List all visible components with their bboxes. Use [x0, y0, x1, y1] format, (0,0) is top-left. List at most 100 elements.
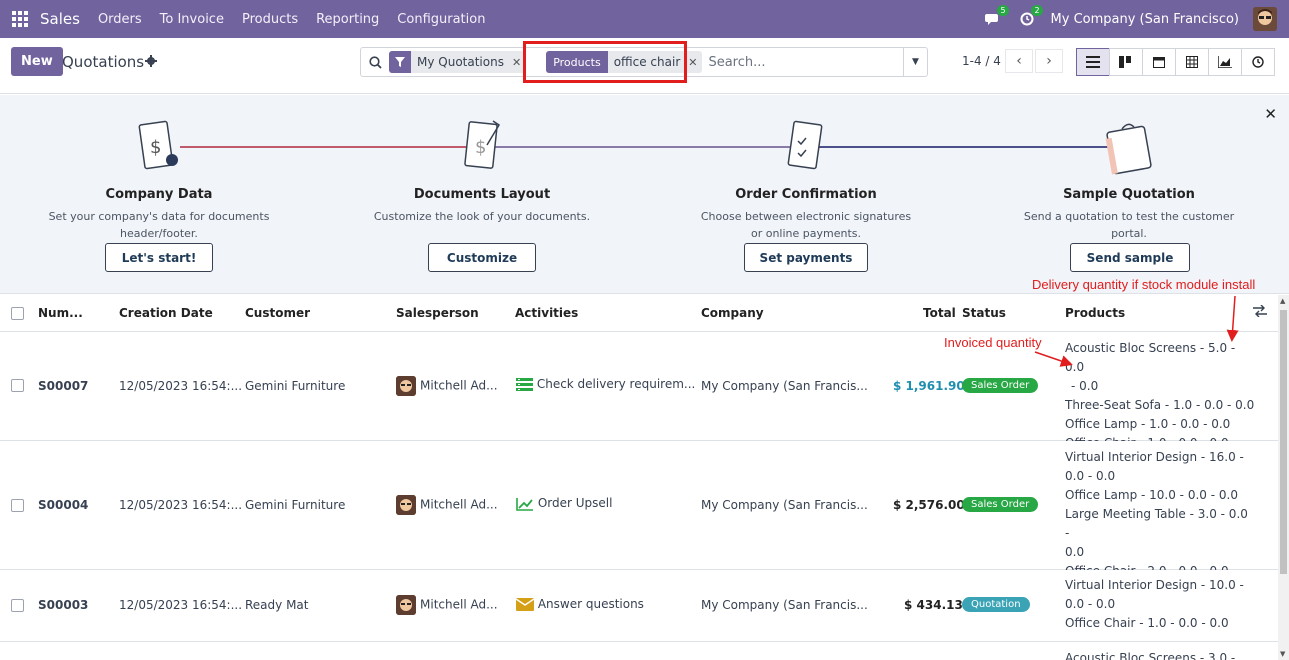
activity[interactable]: Check delivery requirem...	[516, 377, 695, 391]
table-header: Num... Creation Date Customer Salesperso…	[0, 295, 1278, 332]
messages-badge: 5	[997, 5, 1009, 16]
status-badge: Sales Order	[962, 496, 1039, 512]
step-title: Company Data	[105, 187, 213, 202]
avatar	[396, 376, 416, 396]
document-dollar-icon: $	[29, 115, 289, 177]
scrollbar-thumb[interactable]	[1280, 310, 1287, 574]
row-checkbox[interactable]	[11, 499, 24, 512]
table-row[interactable]: S00004 12/05/2023 16:54:... Gemini Furni…	[0, 441, 1278, 578]
step-sample-quotation: Sample Quotation Send a quotation to tes…	[999, 115, 1259, 242]
view-switcher	[1076, 48, 1275, 76]
pager-value[interactable]: 1-4 / 4	[962, 54, 1001, 68]
column-products[interactable]: Products	[1065, 306, 1125, 320]
row-checkbox[interactable]	[11, 379, 24, 392]
lets-start-button[interactable]: Let's start!	[105, 243, 213, 272]
set-payments-button[interactable]: Set payments	[744, 243, 868, 272]
scroll-down-icon[interactable]: ▼	[1280, 650, 1285, 658]
step-order-confirmation: Order Confirmation Choose between electr…	[676, 115, 936, 242]
column-total[interactable]: Total	[923, 306, 956, 320]
top-navbar: Sales Orders To Invoice Products Reporti…	[0, 0, 1289, 38]
app-brand[interactable]: Sales	[40, 10, 80, 28]
invoiced-quantity-annotation: Invoiced quantity	[944, 335, 1042, 350]
kanban-view-icon[interactable]	[1109, 48, 1143, 76]
app-menu-icon[interactable]	[0, 0, 40, 38]
pivot-view-icon[interactable]	[1175, 48, 1209, 76]
salesperson: Mitchell Ad...	[396, 595, 498, 615]
menu-reporting[interactable]: Reporting	[316, 12, 379, 27]
activity-view-icon[interactable]	[1241, 48, 1275, 76]
page-title: Quotations	[62, 53, 145, 71]
creation-date: 12/05/2023 16:54:...	[119, 498, 243, 512]
salesperson: Mitchell Ad...	[396, 376, 498, 396]
optional-columns-icon[interactable]	[1253, 304, 1267, 320]
avatar	[396, 495, 416, 515]
pager-previous-icon[interactable]: ‹	[1005, 49, 1033, 73]
customer: Gemini Furniture	[245, 498, 346, 512]
menu-to-invoice[interactable]: To Invoice	[160, 12, 224, 27]
products-list: Acoustic Bloc Screens - 5.0 - 0.0 - 0.0 …	[1065, 341, 1255, 450]
column-customer[interactable]: Customer	[245, 306, 310, 320]
step-company-data: $ Company Data Set your company's data f…	[29, 115, 289, 242]
total: $ 434.13	[904, 598, 963, 612]
products-list: Acoustic Bloc Screens - 3.0 - 0.0	[1065, 651, 1236, 660]
checklist-icon	[676, 115, 936, 177]
pager-next-icon[interactable]: ›	[1035, 49, 1063, 73]
messages-icon[interactable]: 5	[983, 5, 1009, 29]
column-number[interactable]: Num...	[38, 306, 83, 320]
step-title: Documents Layout	[413, 187, 551, 202]
customer: Ready Mat	[245, 598, 309, 612]
column-status[interactable]: Status	[962, 306, 1006, 320]
step-description: Set your company's data for documents hea…	[48, 210, 270, 240]
close-icon[interactable]: ✕	[1264, 105, 1277, 123]
scroll-up-icon[interactable]: ▲	[1280, 297, 1285, 305]
column-salesperson[interactable]: Salesperson	[396, 306, 479, 320]
menu-products[interactable]: Products	[242, 12, 298, 27]
onboarding-panel: ✕ $ Company Data Set your company's data…	[0, 95, 1289, 294]
trend-chart-icon	[516, 497, 533, 511]
activity[interactable]: Answer questions	[515, 597, 644, 611]
select-all-checkbox[interactable]	[11, 307, 24, 320]
menu-configuration[interactable]: Configuration	[397, 12, 485, 27]
svg-text:$: $	[150, 137, 161, 158]
calendar-view-icon[interactable]	[1142, 48, 1176, 76]
company-switcher[interactable]: My Company (San Francisco)	[1051, 12, 1239, 27]
step-description: Send a quotation to test the customer por…	[1023, 210, 1235, 240]
envelope-icon	[515, 598, 535, 611]
menu-orders[interactable]: Orders	[98, 12, 142, 27]
order-number: S00004	[38, 498, 89, 512]
new-button[interactable]: New	[11, 47, 63, 76]
step-title: Order Confirmation	[735, 187, 877, 202]
table-row[interactable]: S00007 12/05/2023 16:54:... Gemini Furni…	[0, 332, 1278, 450]
search-input[interactable]	[708, 50, 903, 74]
row-checkbox[interactable]	[11, 599, 24, 612]
user-avatar[interactable]	[1253, 7, 1277, 31]
column-creation-date[interactable]: Creation Date	[119, 306, 213, 320]
step-description: Choose between electronic signatures or o…	[700, 210, 912, 240]
send-sample-button[interactable]: Send sample	[1070, 243, 1190, 272]
facet-my-quotations: My Quotations ✕	[389, 51, 527, 73]
column-activities[interactable]: Activities	[515, 306, 578, 320]
activities-icon[interactable]: 2	[1017, 5, 1043, 29]
column-company[interactable]: Company	[701, 306, 764, 320]
facet-value: My Quotations	[411, 51, 510, 73]
search-icon[interactable]	[361, 55, 389, 69]
list-view-icon[interactable]	[1076, 48, 1110, 76]
status-badge: Sales Order	[962, 377, 1039, 393]
products-list: Virtual Interior Design - 16.0 - 0.0 - 0…	[1065, 450, 1248, 578]
delivery-quantity-annotation: Delivery quantity if stock module instal…	[1032, 277, 1256, 292]
activities-badge: 2	[1031, 5, 1043, 16]
table-row[interactable]: S00003 12/05/2023 16:54:... Ready Mat Mi…	[0, 570, 1278, 642]
total: $ 1,961.90	[893, 379, 965, 393]
gear-icon[interactable]	[145, 55, 157, 71]
list-icon	[516, 378, 533, 391]
briefcase-icon	[999, 115, 1259, 177]
table-row[interactable]: Acoustic Bloc Screens - 3.0 - 0.0	[0, 642, 1278, 660]
order-number: S00007	[38, 379, 89, 393]
activity[interactable]: Order Upsell	[516, 496, 612, 511]
facet-remove-icon[interactable]: ✕	[686, 51, 703, 73]
company: My Company (San Francis...	[701, 498, 868, 512]
chevron-down-icon[interactable]: ▼	[903, 48, 927, 76]
step-description: Customize the look of your documents.	[373, 210, 591, 223]
customize-button[interactable]: Customize	[428, 243, 536, 272]
graph-view-icon[interactable]	[1208, 48, 1242, 76]
